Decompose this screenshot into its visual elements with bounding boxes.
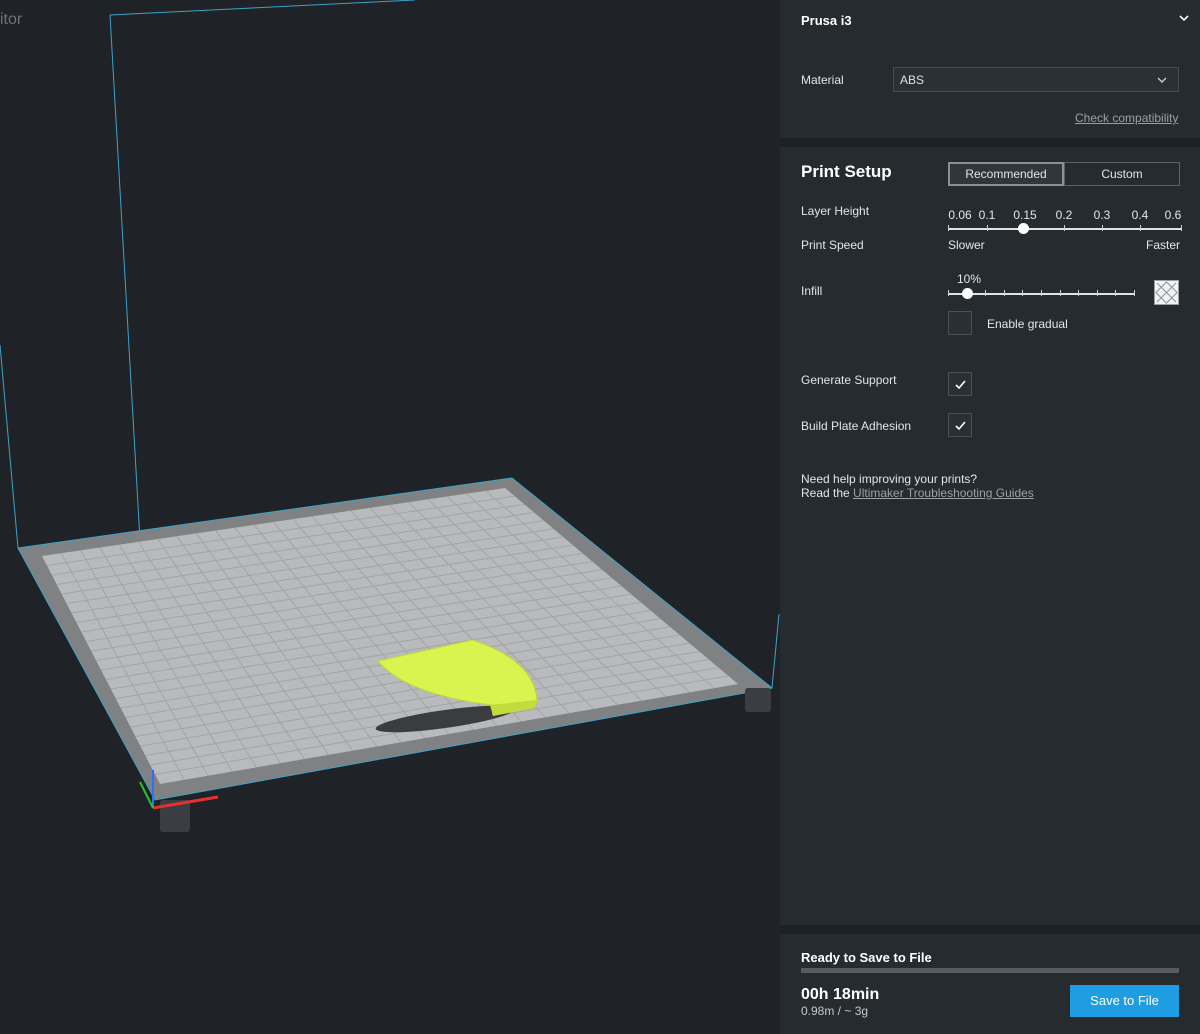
machine-selector[interactable]: Prusa i3 [801, 13, 852, 28]
material-select[interactable]: ABS [893, 67, 1179, 92]
infill-slider-tick [1041, 290, 1042, 296]
layer-height-tick: 0.6 [1164, 208, 1182, 222]
layer-height-tick: 0.2 [1055, 208, 1073, 222]
layer-height-tick: 0.1 [978, 208, 996, 222]
save-to-file-button[interactable]: Save to File [1070, 985, 1179, 1017]
build-plate-scene [0, 0, 780, 832]
layer-height-tick: 0.06 [948, 208, 972, 222]
generate-support-label: Generate Support [801, 373, 897, 387]
chevron-down-icon[interactable] [1178, 12, 1190, 24]
checkmark-icon [955, 421, 966, 431]
settings-sidebar: Prusa i3 Material ABS Check compatibilit… [780, 0, 1200, 1034]
speed-slower-label: Slower [948, 238, 985, 252]
infill-slider-tick [1134, 290, 1135, 296]
3d-viewport[interactable]: itor [0, 0, 780, 1034]
print-setup-panel: Print Setup Recommended Custom Layer Hei… [780, 147, 1200, 925]
build-plate-adhesion-checkbox[interactable] [948, 413, 972, 437]
tab-custom[interactable]: Custom [1064, 162, 1180, 186]
material-usage: 0.98m / ~ 3g [801, 1004, 869, 1018]
layer-height-tick: 0.3 [1093, 208, 1111, 222]
infill-slider-tick [1115, 290, 1117, 296]
infill-slider-tick [1059, 290, 1061, 296]
infill-value: 10% [957, 272, 982, 286]
infill-slider-tick [1022, 290, 1024, 296]
machine-panel: Prusa i3 Material ABS Check compatibilit… [780, 0, 1200, 138]
enable-gradual-checkbox[interactable] [948, 311, 972, 335]
material-value: ABS [900, 73, 925, 87]
output-panel: Ready to Save to File 00h 18min 0.98m / … [780, 934, 1200, 1034]
print-time: 00h 18min [801, 986, 880, 1003]
enable-gradual-label: Enable gradual [987, 317, 1068, 331]
infill-pattern-icon [1154, 280, 1179, 305]
checkmark-icon [955, 380, 966, 390]
infill-slider-tick [1078, 290, 1080, 296]
help-line-2-prefix: Read the [801, 486, 854, 500]
help-line-1: Need help improving your prints? [801, 472, 978, 486]
slice-progress-bar [801, 968, 1179, 973]
print-speed-label: Print Speed [801, 238, 864, 252]
troubleshooting-guides-link[interactable]: Ultimaker Troubleshooting Guides [853, 486, 1034, 500]
infill-slider-tick [1003, 290, 1005, 296]
stage-title: itor [0, 11, 23, 28]
layer-height-handle[interactable] [1018, 223, 1029, 234]
build-plate-adhesion-label: Build Plate Adhesion [801, 419, 912, 433]
generate-support-checkbox[interactable] [948, 372, 972, 396]
layer-height-tick: 0.4 [1131, 208, 1149, 222]
infill-handle[interactable] [961, 288, 973, 299]
print-setup-title: Print Setup [801, 162, 892, 181]
chevron-down-icon [1157, 77, 1167, 83]
infill-slider-tick [985, 290, 987, 296]
infill-slider-tick [948, 290, 949, 296]
material-label: Material [801, 73, 844, 87]
speed-faster-label: Faster [1146, 238, 1181, 252]
help-text: Need help improving your prints? Read th… [801, 472, 1034, 500]
output-status: Ready to Save to File [801, 950, 932, 965]
tab-recommended[interactable]: Recommended [948, 162, 1064, 186]
infill-label: Infill [801, 284, 823, 298]
infill-slider-tick [1096, 290, 1098, 296]
layer-height-tick: 0.15 [1013, 208, 1037, 222]
layer-height-label: Layer Height [801, 204, 870, 218]
check-compatibility-link[interactable]: Check compatibility [1075, 111, 1178, 125]
